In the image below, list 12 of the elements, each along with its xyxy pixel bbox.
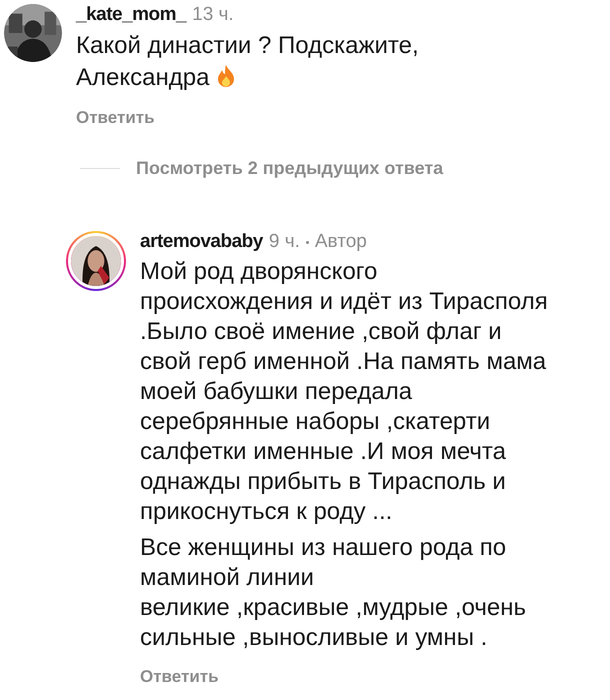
separator-dot: [306, 240, 309, 244]
username[interactable]: artemovababy: [140, 231, 263, 253]
timestamp: 9 ч.: [268, 231, 300, 253]
username[interactable]: _kate_mom_: [76, 4, 186, 26]
author-label: Автор: [314, 231, 367, 253]
comment-text: Все женщины из нашего рода по маминой линии великие ,красивые ,мудрые ,очень сильные ,выносливые и умны .: [140, 533, 526, 653]
timestamp: 13 ч.: [192, 4, 234, 26]
reply-link[interactable]: Ответить: [76, 108, 155, 128]
view-replies-link[interactable]: Посмотреть 2 предыдущих ответа: [136, 158, 444, 179]
comment-text: Мой род дворянского происхождения и идёт из Тирасполя .Было своё имение ,свой флаг и свой герб именной .На память мама моей бабушки передала серебрянные наборы ,скатерти салфетки именные .И моя мечта однажды прибыть в Тирасполь и прикоснуться к роду ...: [140, 257, 548, 527]
reply-link[interactable]: Ответить: [140, 667, 219, 687]
comment-text: Какой династии ? Подскажите, Александра: [76, 31, 419, 93]
